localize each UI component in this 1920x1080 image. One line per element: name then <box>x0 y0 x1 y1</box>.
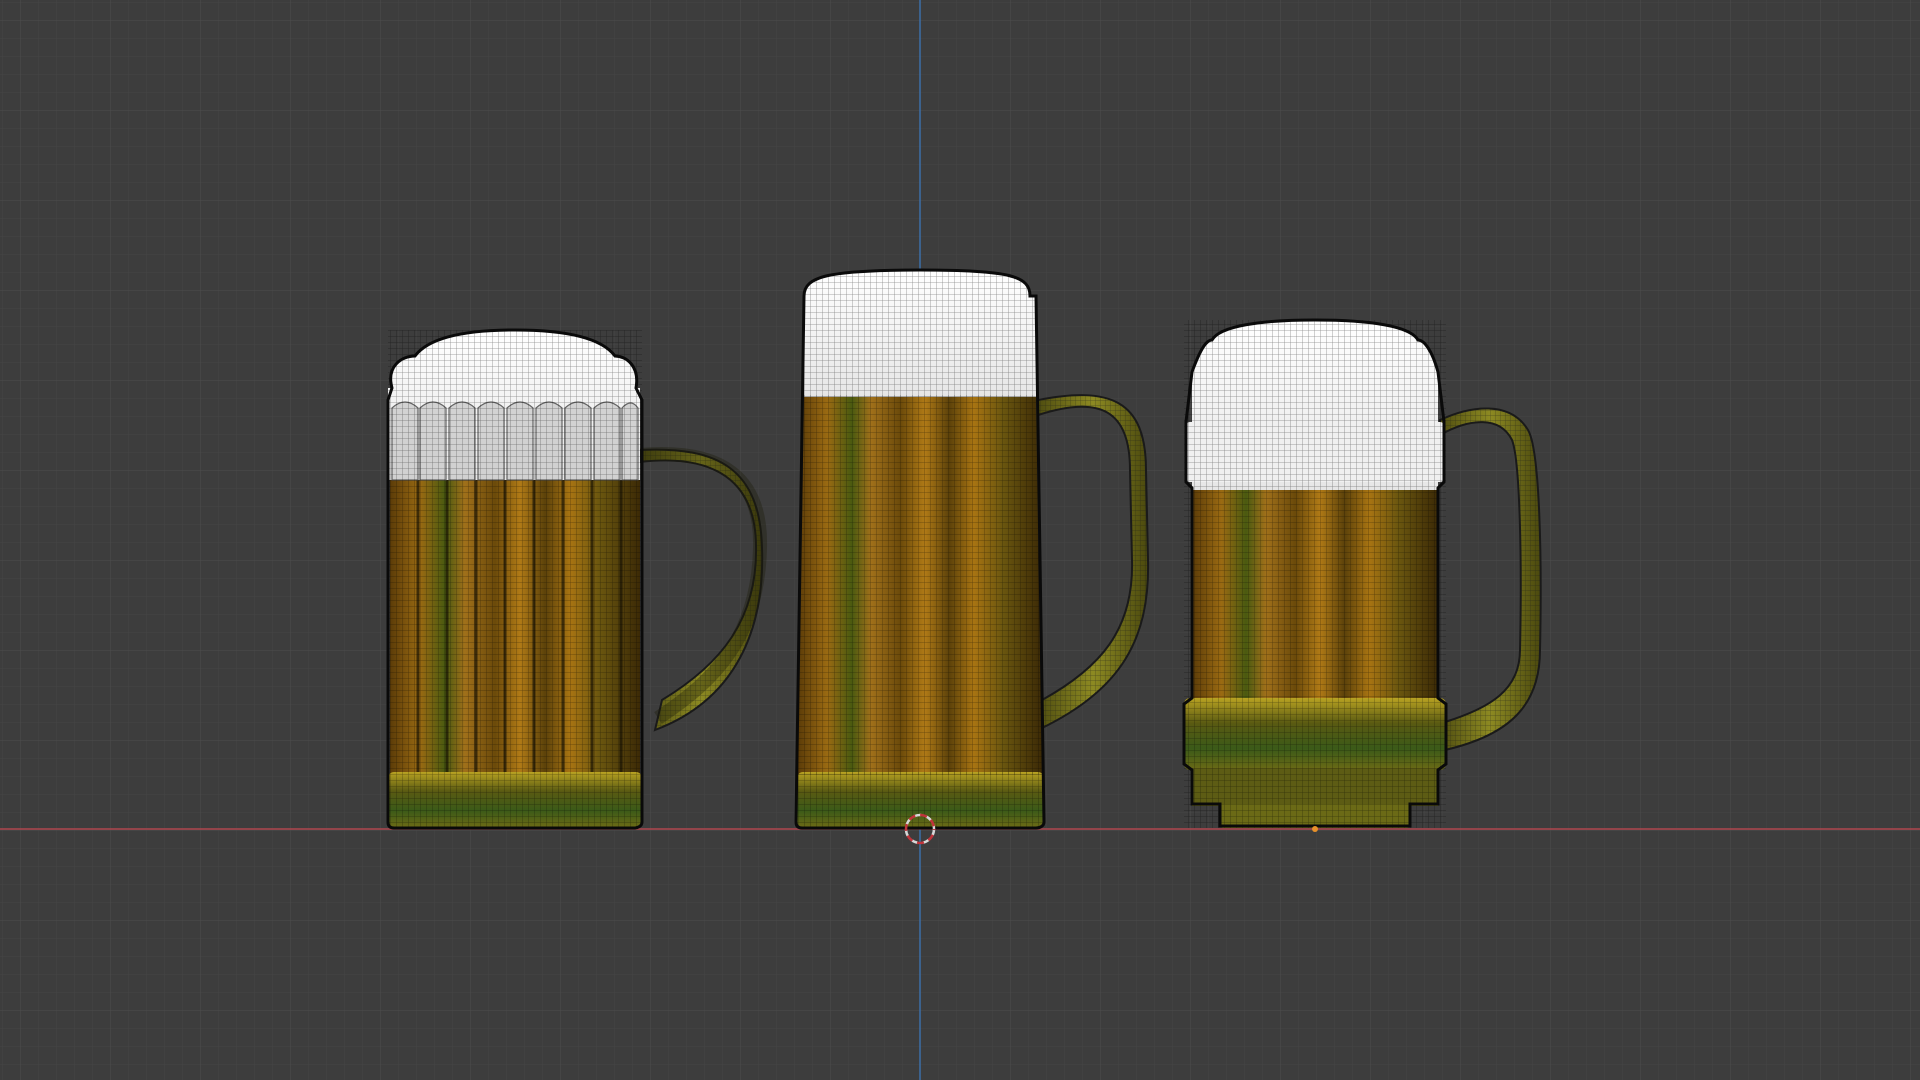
3d-viewport[interactable] <box>0 0 1920 1080</box>
viewport-scene[interactable] <box>0 0 1920 1080</box>
origin-dot <box>1312 826 1318 832</box>
